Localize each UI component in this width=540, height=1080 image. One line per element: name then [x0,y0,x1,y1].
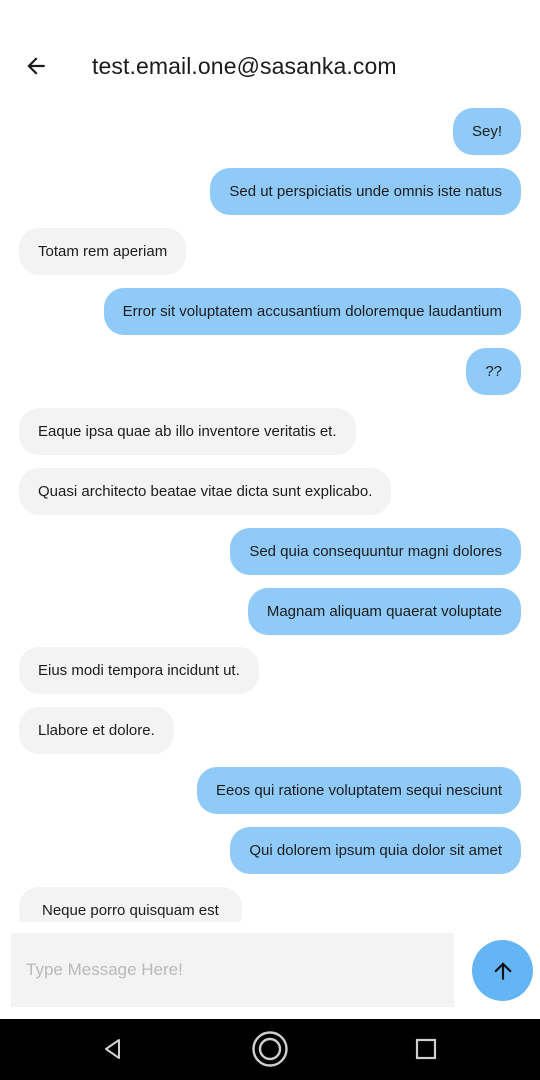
message-input[interactable] [11,933,454,1007]
app-bar: test.email.one@sasanka.com [0,0,540,100]
arrow-back-icon [27,57,45,75]
message-bubble-incoming: Llabore et dolore. [19,707,174,754]
message-bubble-incoming: Totam rem aperiam [19,228,187,275]
triangle-back-icon [105,1039,120,1059]
message-bubble-outgoing: Qui dolorem ipsum quia dolor sit amet [230,827,521,874]
message-bubble-incoming: Neque porro quisquam est [19,887,242,922]
system-navigation-bar [0,1019,540,1080]
message-bubble-incoming: Eaque ipsa quae ab illo inventore verita… [19,408,356,455]
circle-home-icon [252,1031,288,1067]
arrow-up-icon [493,961,512,980]
message-bubble-outgoing: Sey! [452,108,521,155]
back-button[interactable] [16,46,56,86]
message-bubble-incoming: Quasi architecto beatae vitae dicta sunt… [19,468,392,515]
system-back-button[interactable] [93,1029,133,1069]
system-recents-button[interactable] [406,1029,446,1069]
message-bubble-outgoing: Sed quia consequuntur magni dolores [230,528,521,575]
message-list[interactable]: Sey! Sed ut perspiciatis unde omnis iste… [0,100,540,922]
message-bubble-outgoing: ?? [466,348,521,395]
message-bubble-outgoing: Sed ut perspiciatis unde omnis iste natu… [210,168,521,215]
message-bubble-outgoing: Magnam aliquam quaerat voluptate [247,588,521,635]
message-bubble-incoming: Eius modi tempora incidunt ut. [19,647,259,694]
message-bubble-outgoing: Error sit voluptatem accusantium dolorem… [103,288,521,335]
message-bubble-outgoing: Eeos qui ratione voluptatem sequi nesciu… [196,767,521,814]
chat-title: test.email.one@sasanka.com [92,53,397,79]
system-home-button[interactable] [250,1029,290,1069]
square-recents-icon [415,1038,437,1060]
send-button[interactable] [472,940,533,1001]
